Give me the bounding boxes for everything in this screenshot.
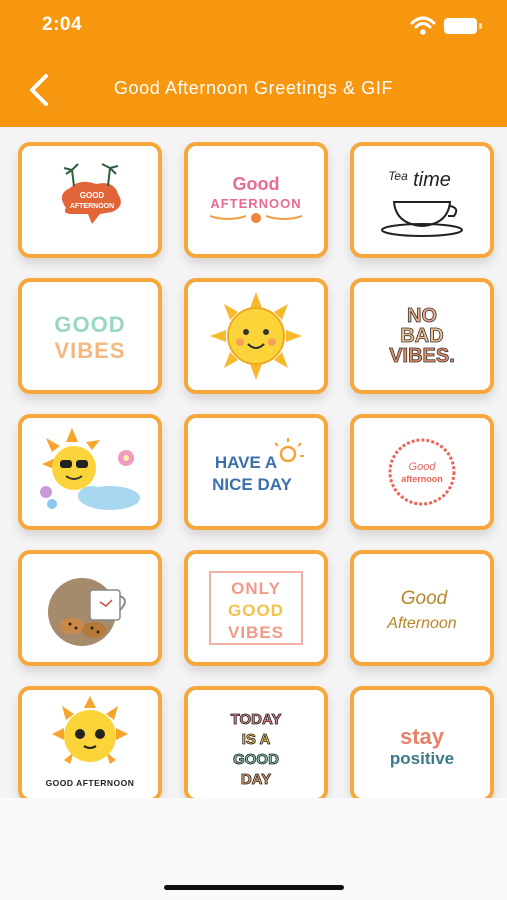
sticker-text: NO [407,305,437,327]
sticker-text: IS A [242,731,271,748]
sticker-grid: GOOD AFTERNOON Good AFTERNOON Tea time G… [0,127,507,798]
sticker-tile-only-good-vibes[interactable]: ONLY GOOD VIBES [184,550,328,666]
page-title: Good Afternoon Greetings & GIF [113,78,394,98]
sun-sunglasses-icon [40,428,140,510]
sticker-text: GOOD [80,191,105,200]
sticker-text: BAD [400,325,443,347]
sticker-tile-today-is-a-good-day[interactable]: TODAY IS A GOOD DAY [184,686,328,798]
sticker-tile-sun-sunglasses[interactable] [18,414,162,530]
status-time: 2:04 [42,14,83,35]
sticker-text: AFTERNOON [210,196,301,211]
status-icons [410,16,482,35]
sticker-text: Good [409,461,437,473]
sticker-text: time [413,169,451,191]
home-indicator[interactable] [164,885,344,890]
sticker-text: Good [233,174,280,194]
sticker-tile-good-vibes[interactable]: GOOD VIBES [18,278,162,394]
sticker-tile-good-afternoon-badge[interactable]: Good afternoon [350,414,494,530]
sticker-text: Good [401,588,449,609]
sticker-text: TODAY [231,711,282,728]
sticker-tile-good-afternoon-pink[interactable]: Good AFTERNOON [184,142,328,258]
sticker-tile-stay-positive[interactable]: stay positive [350,686,494,798]
sticker-text: Afternoon [386,615,456,632]
sticker-text: HAVE A [215,453,277,472]
coffee-cookies-icon [48,578,126,646]
sticker-text: GOOD AFTERNOON [46,778,135,788]
sticker-text: Tea [388,169,408,183]
sticker-tile-have-a-nice-day[interactable]: HAVE A NICE DAY [184,414,328,530]
app-header: 2:04 Good Afternoon Greetings & GIF [0,0,507,127]
sticker-text: VIBES. [389,345,455,367]
sticker-tile-good-afternoon-gold[interactable]: Good Afternoon [350,550,494,666]
sun-face-icon [210,292,302,380]
sticker-text: stay [400,724,445,749]
sticker-tile-good-afternoon-island[interactable]: GOOD AFTERNOON [18,142,162,258]
sticker-text: NICE DAY [212,475,292,494]
sticker-text: positive [390,749,454,768]
teacup-icon [392,201,452,228]
sticker-text: GOOD [233,751,279,768]
sticker-tile-sun-smile[interactable] [184,278,328,394]
sticker-text: GOOD [228,601,284,620]
battery-icon [444,18,482,34]
sticker-text: VIBES [228,623,284,642]
sticker-text: ONLY [231,579,281,598]
sticker-text: DAY [241,771,271,788]
sticker-text: AFTERNOON [70,203,114,210]
sticker-text: GOOD [54,312,125,337]
sticker-tile-sun-good-afternoon[interactable]: GOOD AFTERNOON [18,686,162,798]
sticker-text: VIBES [54,338,125,363]
sticker-tile-no-bad-vibes[interactable]: NO BAD VIBES. [350,278,494,394]
sticker-tile-coffee-cookies[interactable] [18,550,162,666]
sticker-tile-tea-time[interactable]: Tea time [350,142,494,258]
wifi-icon [410,16,436,35]
sticker-text: afternoon [401,474,443,484]
